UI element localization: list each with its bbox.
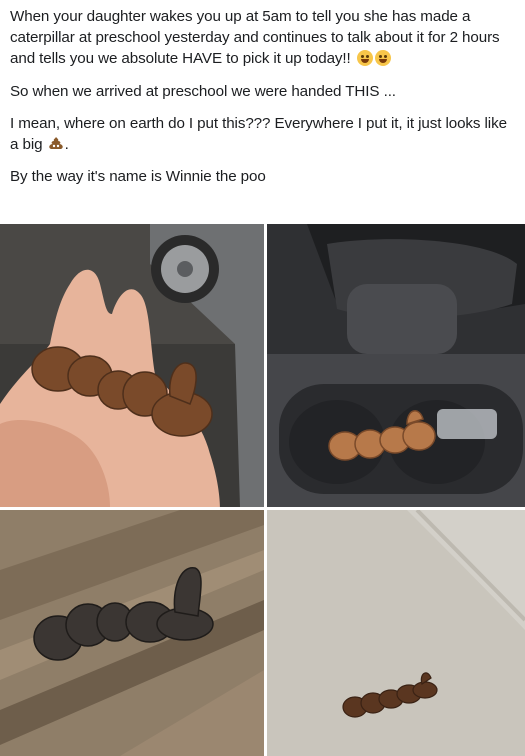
grinning-sweat-emoji-icon — [356, 50, 373, 66]
photo-hand[interactable] — [0, 224, 264, 507]
photo-wood-floor[interactable] — [0, 510, 264, 756]
laughing-tears-emoji-icon — [374, 50, 391, 66]
photo-car-cupholder[interactable] — [267, 224, 525, 507]
post-paragraph-1-text: When your daughter wakes you up at 5am t… — [10, 8, 500, 67]
post-paragraph-3-end: . — [64, 136, 69, 153]
post-text: When your daughter wakes you up at 5am t… — [0, 0, 525, 187]
photo-grid — [0, 224, 525, 756]
post-paragraph-4: By the way it's name is Winnie the poo — [10, 168, 266, 185]
photo-carpet[interactable] — [267, 510, 525, 756]
post-paragraph-3-text: I mean, where on earth do I put this??? … — [10, 115, 507, 153]
post-paragraph-1: When your daughter wakes you up at 5am t… — [10, 6, 515, 69]
post-paragraph-2: So when we arrived at preschool we were … — [10, 83, 396, 100]
post-paragraph-3: I mean, where on earth do I put this??? … — [10, 113, 515, 155]
pile-of-poo-emoji-icon — [48, 137, 63, 149]
